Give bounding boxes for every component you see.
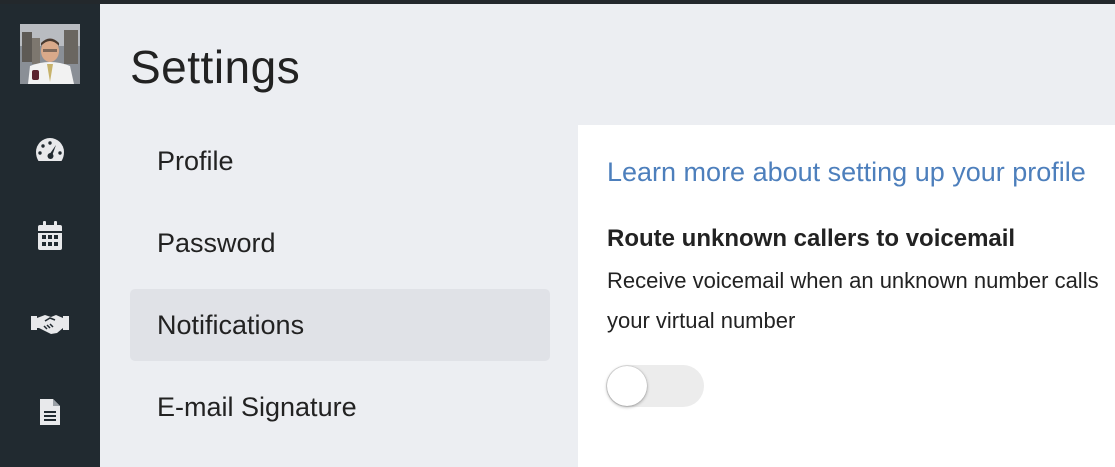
avatar-photo [20,24,80,84]
user-avatar[interactable] [20,24,80,84]
document-glyph [40,399,60,425]
dashboard-gauge-icon[interactable] [30,130,70,170]
settings-menu-email-signature[interactable]: E-mail Signature [130,371,550,443]
learn-more-link[interactable]: Learn more about setting up your profile [607,157,1086,188]
calendar-icon[interactable] [30,216,70,256]
gauge-icon [36,138,64,161]
settings-main: Settings Profile Password Notifications … [100,4,1115,467]
document-icon[interactable] [30,392,70,432]
page-title: Settings [130,41,301,93]
handshake-glyph [31,315,69,334]
route-unknown-description: Receive voicemail when an unknown number… [607,268,1099,333]
toggle-knob [607,366,647,406]
calendar-glyph [38,221,62,250]
app-sidebar [0,4,100,467]
handshake-icon[interactable] [30,304,70,344]
route-unknown-toggle[interactable] [606,365,704,407]
settings-menu-password[interactable]: Password [130,207,550,279]
route-unknown-title: Route unknown callers to voicemail [607,225,1016,252]
notifications-panel: Learn more about setting up your profile… [578,125,1115,467]
settings-menu-notifications[interactable]: Notifications [130,289,550,361]
settings-menu-profile[interactable]: Profile [130,125,550,197]
